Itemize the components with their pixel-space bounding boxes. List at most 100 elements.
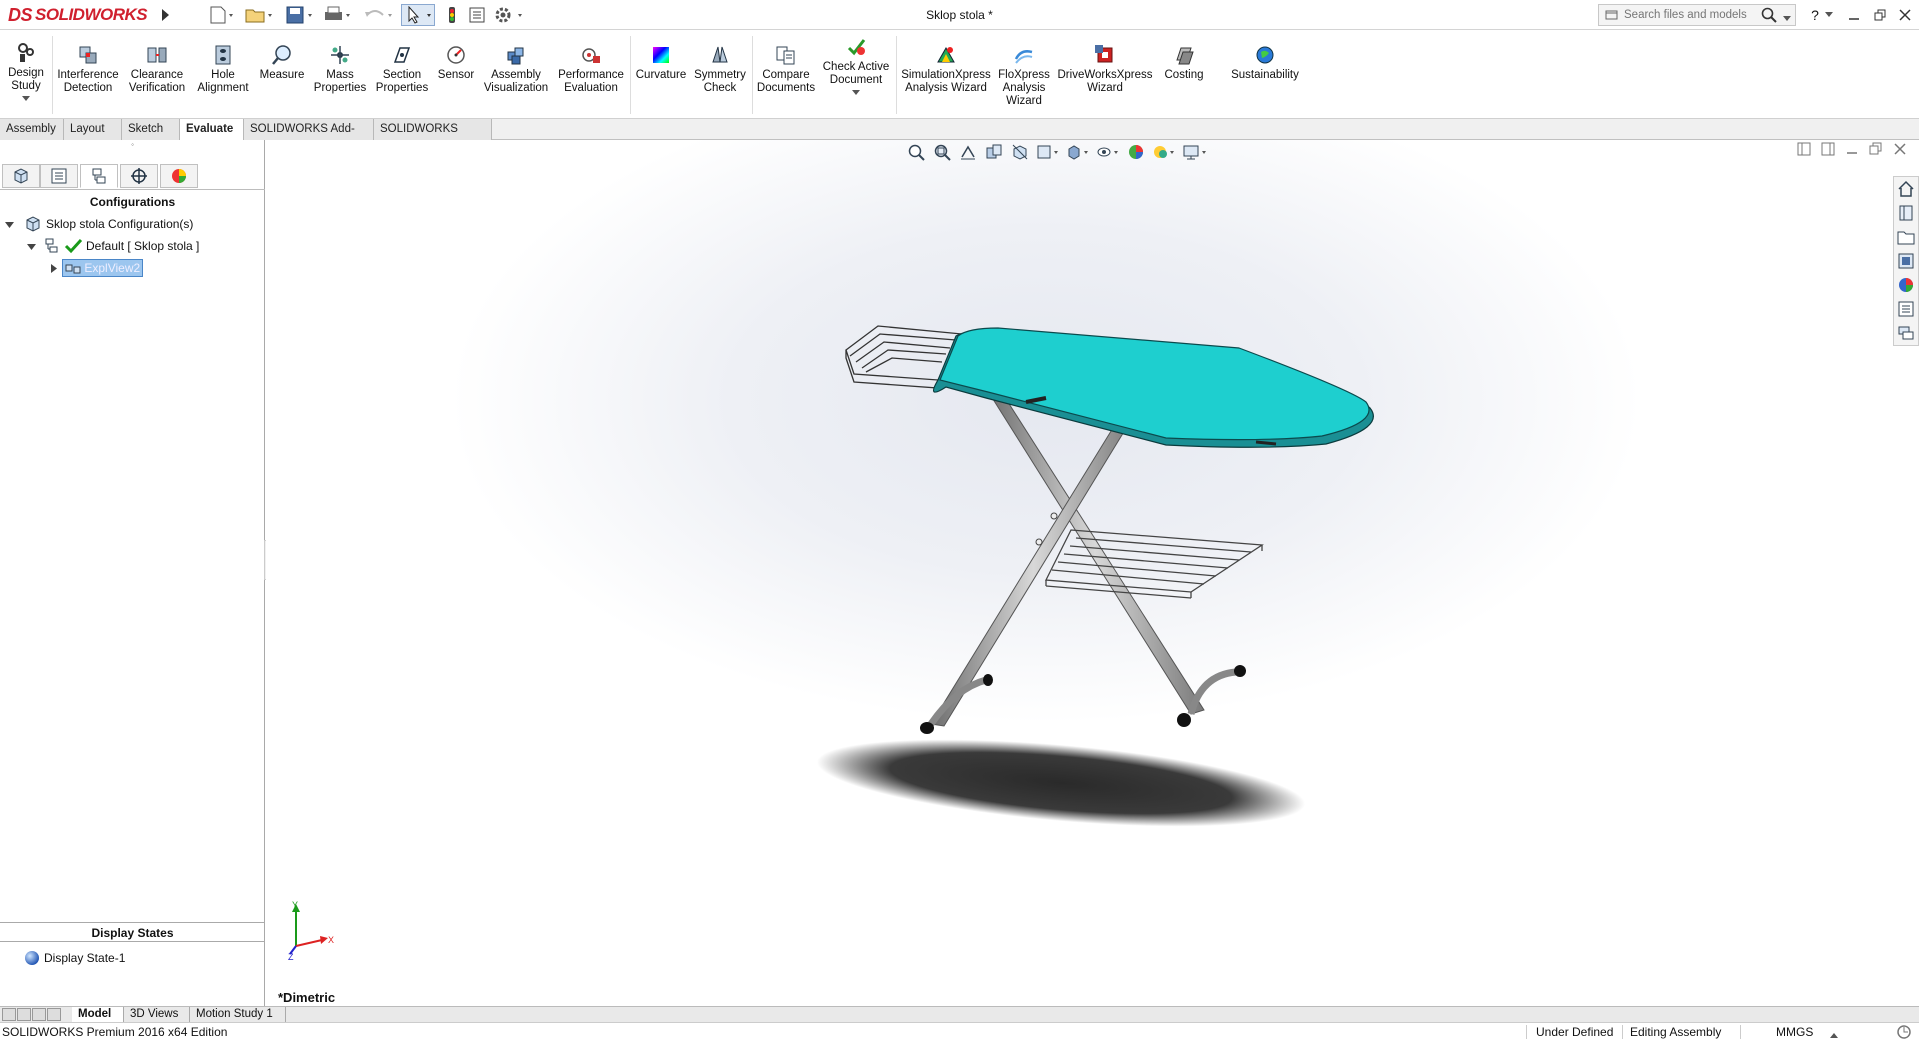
tab-assembly[interactable]: Assembly (0, 119, 64, 140)
assembly-viz-label-2: Visualization (483, 82, 549, 94)
search-icon[interactable] (1761, 7, 1777, 26)
configuration-node-icon (44, 238, 60, 254)
save-icon[interactable] (284, 4, 314, 26)
chevron-down-icon[interactable] (852, 90, 860, 96)
open-folder-icon[interactable] (244, 4, 274, 26)
ribbon-separator (752, 36, 753, 114)
assembly-visualization-button[interactable]: Assembly Visualization (480, 44, 552, 95)
search-input[interactable] (1599, 9, 1759, 21)
tab-sketch[interactable]: Sketch (122, 119, 180, 140)
rebuild-icon[interactable] (444, 4, 460, 26)
tab-3d-views[interactable]: 3D Views (124, 1007, 190, 1022)
floxpress-button[interactable]: FloXpress Analysis Wizard (996, 44, 1052, 108)
section-properties-button[interactable]: Section Properties (372, 44, 432, 95)
ironing-board-model[interactable] (266, 140, 1919, 1006)
help-label: ? (1811, 7, 1819, 23)
search-box[interactable] (1598, 4, 1796, 26)
new-document-icon[interactable] (206, 4, 236, 26)
curvature-button[interactable]: Curvature (632, 44, 690, 82)
tab-solidworks-add-ins[interactable]: SOLIDWORKS Add-Ins (244, 119, 374, 156)
options-gear-icon[interactable] (492, 4, 526, 26)
collapse-toggle-icon[interactable] (4, 219, 14, 229)
check-doc-icon (847, 39, 866, 56)
performance-evaluation-button[interactable]: Performance Evaluation (554, 44, 628, 95)
interference-label-2: Detection (63, 82, 113, 94)
board-cover (939, 327, 1370, 441)
hole-alignment-button[interactable]: Hole Alignment (194, 44, 252, 95)
dimxpertmanager-tab[interactable] (120, 164, 158, 188)
status-bar: SOLIDWORKS Premium 2016 x64 Edition Unde… (0, 1022, 1919, 1040)
help-dropdown-icon[interactable] (1822, 3, 1836, 27)
undo-icon[interactable] (362, 4, 394, 26)
display-state-row[interactable]: Display State-1 (24, 948, 125, 968)
file-properties-icon[interactable] (468, 4, 486, 26)
config-root-label: Sklop stola Configuration(s) (46, 217, 194, 231)
tab-motion-study-1[interactable]: Motion Study 1 (190, 1007, 286, 1022)
curvature-icon (653, 47, 669, 63)
units-dropdown-icon[interactable] (1830, 1028, 1838, 1040)
tab-model[interactable]: Model (72, 1007, 124, 1022)
check-active-document-button[interactable]: Check Active Document (820, 36, 892, 100)
simxpress-label-2: Analysis Wizard (905, 82, 987, 94)
ribbon-separator (52, 36, 53, 114)
simxpress-icon (937, 46, 955, 63)
config-root-row[interactable]: Sklop stola Configuration(s) (4, 214, 193, 234)
next-tab-nav-icon[interactable] (32, 1008, 46, 1021)
simxpress-label-1: SimulationXpress (901, 69, 991, 81)
config-default-row[interactable]: Default [ Sklop stola ] (26, 236, 199, 256)
simulationxpress-button[interactable]: SimulationXpress Analysis Wizard (898, 44, 994, 95)
configurations-heading: Configurations (89, 195, 176, 209)
tab-layout[interactable]: Layout (64, 119, 122, 140)
graphics-area[interactable]: Y X Z *Dimetric (266, 140, 1919, 1006)
expand-toggle-icon[interactable] (48, 263, 58, 273)
compare-documents-button[interactable]: Compare Documents (754, 44, 818, 95)
rebuild-status-icon[interactable] (1896, 1024, 1912, 1040)
design-study-icon (18, 43, 34, 62)
unit-system-status[interactable]: MMGS (1776, 1025, 1813, 1039)
driveworksxpress-button[interactable]: DriveWorksXpress Wizard (1054, 44, 1156, 95)
close-icon[interactable] (1893, 3, 1917, 27)
sensor-button[interactable]: Sensor (434, 44, 478, 82)
config-default-label: Default [ Sklop stola ] (86, 239, 200, 253)
sustainability-button[interactable]: Sustainability (1218, 44, 1312, 82)
solidworks-logo[interactable]: DS SOLIDWORKS (8, 2, 148, 28)
exploded-view-item[interactable]: ExplView2 (62, 259, 144, 277)
symmetry-icon (712, 46, 728, 63)
tab-evaluate[interactable]: Evaluate (180, 119, 244, 140)
print-icon[interactable] (322, 4, 352, 26)
pane-splitter-handle[interactable]: ◦ (0, 140, 265, 150)
exploded-view-row[interactable]: ExplView2 (48, 258, 144, 278)
mass-properties-button[interactable]: Mass Properties (310, 44, 370, 95)
prev-tab-nav-icon[interactable] (17, 1008, 31, 1021)
displaymanager-tab[interactable] (160, 164, 198, 188)
manager-tabs (0, 162, 265, 190)
costing-label: Costing (1164, 69, 1204, 81)
interference-detection-button[interactable]: Interference Detection (54, 44, 122, 95)
chevron-down-icon[interactable] (22, 96, 30, 102)
minimize-icon[interactable] (1842, 3, 1866, 27)
tab-solidworks-mbd[interactable]: SOLIDWORKS MBD (374, 119, 492, 156)
search-dropdown-icon[interactable] (1783, 11, 1791, 25)
costing-icon (1176, 47, 1194, 65)
configurationmanager-tab[interactable] (80, 164, 118, 188)
clearance-verification-button[interactable]: Clearance Verification (124, 44, 190, 95)
flyout-arrow-icon[interactable] (158, 4, 172, 26)
display-state-sphere-icon (24, 950, 40, 966)
first-tab-nav-icon[interactable] (2, 1008, 16, 1021)
select-pointer-icon[interactable] (401, 4, 435, 26)
featuremanager-tab[interactable] (2, 164, 40, 188)
last-tab-nav-icon[interactable] (47, 1008, 61, 1021)
costing-button[interactable]: Costing (1158, 44, 1210, 82)
measure-button[interactable]: Measure (254, 44, 310, 82)
collapse-toggle-icon[interactable] (26, 241, 36, 251)
solidworks-window: DS SOLIDWORKS Sklop stola * Search files… (0, 0, 1919, 1040)
property-list-icon (51, 168, 67, 184)
restore-icon[interactable] (1868, 3, 1892, 27)
axis-z-label: Z (288, 952, 294, 960)
edition-status: SOLIDWORKS Premium 2016 x64 Edition (2, 1025, 228, 1039)
assembly-icon (24, 215, 42, 233)
section-properties-label-2: Properties (375, 82, 429, 94)
symmetry-check-button[interactable]: Symmetry Check (692, 44, 748, 95)
design-study-button[interactable]: Design Study (4, 42, 48, 106)
propertymanager-tab[interactable] (40, 164, 78, 188)
